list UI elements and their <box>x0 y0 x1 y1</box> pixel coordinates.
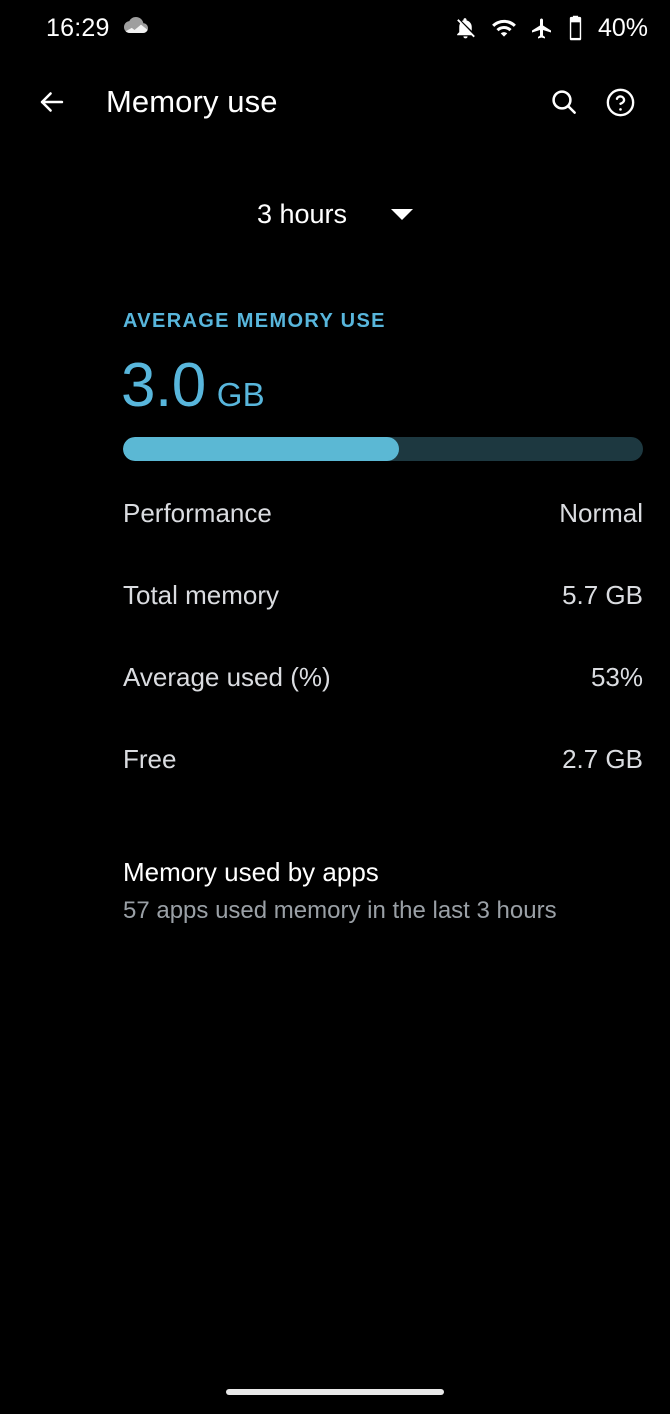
memory-detail-rows: Performance Normal Total memory 5.7 GB Avera… <box>123 472 643 800</box>
memory-progress-bar <box>123 437 643 461</box>
memory-used-by-apps-title: Memory used by apps <box>123 857 379 887</box>
table-row: Total memory 5.7 GB <box>123 554 643 636</box>
battery-icon <box>567 15 584 41</box>
help-circle-icon <box>604 86 637 119</box>
time-range-spinner[interactable]: 3 hours <box>253 193 417 236</box>
memory-progress-fill <box>123 437 399 461</box>
average-memory-number: 3.0 <box>121 351 206 420</box>
gesture-nav-pill[interactable] <box>226 1389 444 1395</box>
chevron-down-icon <box>391 209 414 220</box>
row-value: 53% <box>590 661 643 692</box>
page-title: Memory use <box>106 84 278 119</box>
memory-used-by-apps-subtitle: 57 apps used memory in the last 3 hours <box>123 896 557 924</box>
row-label: Performance <box>123 497 272 528</box>
search-icon <box>548 86 580 118</box>
table-row: Performance Normal <box>123 472 643 554</box>
average-memory-value: 3.0 GB <box>121 355 265 417</box>
help-button[interactable] <box>592 74 648 130</box>
status-clock: 16:29 <box>46 13 110 42</box>
notifications-off-icon <box>453 15 478 41</box>
airplane-mode-icon <box>530 16 554 41</box>
row-label: Average used (%) <box>123 661 331 692</box>
memory-used-by-apps-section[interactable]: Memory used by apps 57 apps used memory … <box>123 856 643 927</box>
status-bar-left: 16:29 <box>46 13 150 42</box>
memory-use-screen: 16:29 40% Memory use 3 hours AVERAGE MEM… <box>0 0 670 1414</box>
search-button[interactable] <box>536 74 592 130</box>
average-memory-use-label: AVERAGE MEMORY USE <box>123 310 386 332</box>
table-row: Average used (%) 53% <box>123 636 643 718</box>
average-memory-unit: GB <box>216 376 265 413</box>
row-label: Total memory <box>123 579 280 610</box>
time-range-label: 3 hours <box>256 199 348 229</box>
status-bar-right: 40% <box>453 15 648 41</box>
battery-percent-label: 40% <box>597 13 648 42</box>
row-value: Normal <box>559 497 643 528</box>
time-range-spinner-row: 3 hours <box>0 193 670 236</box>
back-button[interactable] <box>24 74 80 130</box>
row-value: 2.7 GB <box>562 743 643 774</box>
cloud-icon <box>123 16 150 40</box>
back-arrow-icon <box>35 85 69 119</box>
row-label: Free <box>123 743 177 774</box>
status-bar: 16:29 40% <box>0 0 670 56</box>
row-value: 5.7 GB <box>562 579 643 610</box>
wifi-icon <box>491 15 517 41</box>
app-bar: Memory use <box>0 62 670 142</box>
table-row: Free 2.7 GB <box>123 718 643 800</box>
